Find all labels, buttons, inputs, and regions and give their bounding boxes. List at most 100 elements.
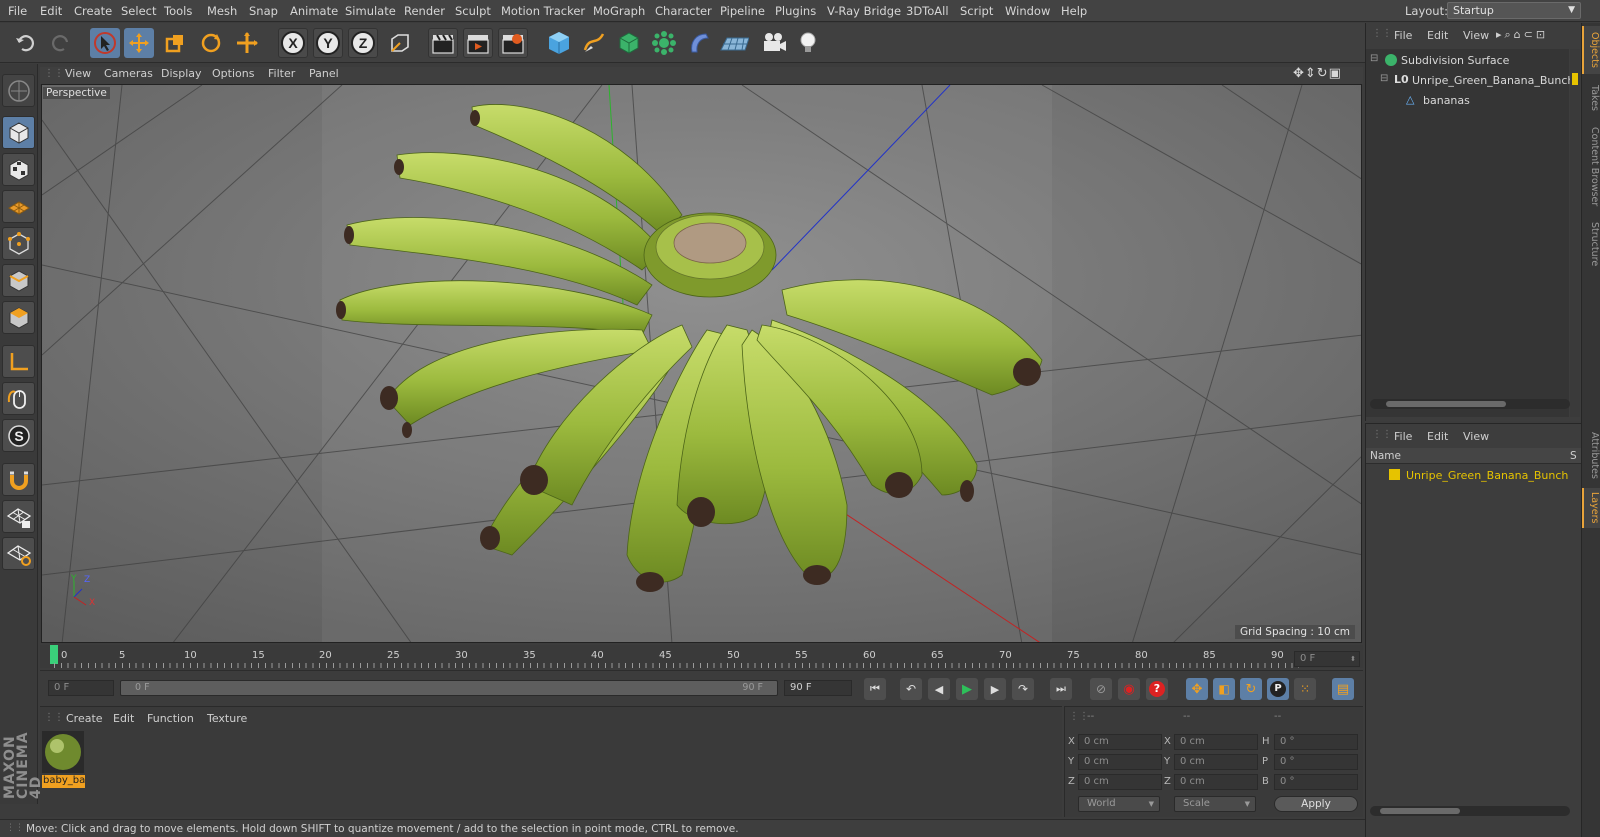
tab-layers[interactable]: Layers: [1582, 488, 1600, 528]
key-rotation-button[interactable]: ↻: [1240, 678, 1262, 700]
pos-y-field[interactable]: 0 cm: [1078, 754, 1162, 770]
make-editable-button[interactable]: [2, 74, 35, 107]
tree-item-bananas[interactable]: △ bananas: [1366, 91, 1569, 109]
size-y-field[interactable]: 0 cm: [1174, 754, 1258, 770]
next-key-button[interactable]: ↷: [1012, 678, 1034, 700]
texture-mode-button[interactable]: [2, 153, 35, 186]
size-x-field[interactable]: 0 cm: [1174, 734, 1258, 750]
go-to-start-button[interactable]: ⏮: [864, 678, 886, 700]
viewport-menu-filter[interactable]: Filter: [268, 67, 295, 80]
polygons-mode-button[interactable]: [2, 301, 35, 334]
model-mode-button[interactable]: [2, 116, 35, 149]
material-swatch[interactable]: baby_ba: [42, 731, 86, 791]
camera-button[interactable]: [759, 28, 789, 58]
menu-plugins[interactable]: Plugins: [775, 4, 816, 18]
snap-button[interactable]: S: [2, 419, 35, 452]
render-settings-button[interactable]: [498, 28, 528, 58]
menu-pipeline[interactable]: Pipeline: [720, 4, 765, 18]
key-scale-button[interactable]: ◧: [1213, 678, 1235, 700]
size-z-field[interactable]: 0 cm: [1174, 774, 1258, 790]
menu-vray-bridge[interactable]: V-Ray Bridge: [827, 4, 901, 18]
tab-takes[interactable]: Takes: [1582, 80, 1600, 116]
cloner-button[interactable]: [649, 28, 679, 58]
size-mode-dropdown[interactable]: Scale ▼: [1174, 796, 1256, 812]
lock-workplane-button[interactable]: [2, 500, 35, 533]
timeline-window-button[interactable]: ▤: [1332, 678, 1354, 700]
render-view-button[interactable]: [428, 28, 458, 58]
menu-tools[interactable]: Tools: [164, 4, 192, 18]
object-menu-view[interactable]: View: [1463, 29, 1489, 42]
layer-color-chip[interactable]: [1572, 73, 1578, 85]
autokeying-button[interactable]: ◉: [1118, 678, 1140, 700]
y-axis-lock-button[interactable]: Y: [313, 28, 343, 58]
pen-spline-button[interactable]: [579, 28, 609, 58]
magnet-button[interactable]: [2, 463, 35, 496]
tab-structure[interactable]: Structure: [1582, 218, 1600, 270]
tree-item-unripe-green-banana-bunch[interactable]: ⊟ L0 Unripe_Green_Banana_Bunch: [1366, 71, 1574, 89]
tweak-mode-button[interactable]: [2, 382, 35, 415]
object-toolbar-icons[interactable]: ▸⌕⌂⊂⊡: [1496, 28, 1548, 42]
material-menu-edit[interactable]: Edit: [113, 712, 134, 725]
key-position-button[interactable]: ✥: [1186, 678, 1208, 700]
menu-render[interactable]: Render: [404, 4, 445, 18]
layer-menu-edit[interactable]: Edit: [1427, 430, 1448, 443]
workplane-mode-button[interactable]: [2, 190, 35, 223]
transform-tool-button[interactable]: [232, 28, 262, 58]
viewport-nav-icons[interactable]: ✥⇕↻▣: [1293, 66, 1342, 81]
play-forward-button[interactable]: ▶: [956, 678, 978, 700]
material-menu-texture[interactable]: Texture: [207, 712, 247, 725]
move-tool-button[interactable]: [124, 28, 154, 58]
layer-color-swatch[interactable]: [1389, 469, 1400, 480]
timeline-ruler[interactable]: [40, 645, 1363, 668]
layer-row[interactable]: Unripe_Green_Banana_Bunch: [1366, 466, 1582, 484]
menu-script[interactable]: Script: [960, 4, 993, 18]
key-parameter-button[interactable]: P: [1267, 678, 1289, 700]
apply-button[interactable]: Apply: [1274, 796, 1358, 812]
menu-simulate[interactable]: Simulate: [345, 4, 396, 18]
tree-item-subdivision-surface[interactable]: ⊟ Subdivision Surface: [1366, 51, 1569, 69]
collapse-icon[interactable]: ⊟: [1370, 53, 1378, 64]
menu-character[interactable]: Character: [655, 4, 712, 18]
viewport-menu-cameras[interactable]: Cameras: [104, 67, 153, 80]
tab-content-browser[interactable]: Content Browser: [1582, 122, 1600, 212]
next-frame-button[interactable]: ▶: [984, 678, 1006, 700]
viewport-menu-options[interactable]: Options: [212, 67, 254, 80]
menu-motion-tracker[interactable]: Motion Tracker: [501, 4, 585, 18]
object-horizontal-scrollbar[interactable]: [1370, 399, 1570, 409]
floor-button[interactable]: [719, 28, 749, 58]
viewport-menu-panel[interactable]: Panel: [309, 67, 339, 80]
tab-attributes[interactable]: Attributes: [1582, 428, 1600, 482]
menu-help[interactable]: Help: [1061, 4, 1087, 18]
object-menu-file[interactable]: File: [1394, 29, 1412, 42]
material-menu-create[interactable]: Create: [66, 712, 103, 725]
menu-file[interactable]: File: [8, 4, 27, 18]
layer-horizontal-scrollbar[interactable]: [1370, 806, 1570, 816]
points-mode-button[interactable]: [2, 227, 35, 260]
subdivision-surface-button[interactable]: [614, 28, 644, 58]
go-to-end-button[interactable]: ⏭: [1050, 678, 1072, 700]
keyframe-selection-button[interactable]: ?: [1146, 678, 1168, 700]
frame-range-slider[interactable]: 0 F 90 F: [120, 680, 778, 696]
scrollbar-thumb[interactable]: [1380, 808, 1460, 814]
current-frame-field[interactable]: 0 F ⬍: [1294, 651, 1360, 667]
layer-menu-file[interactable]: File: [1394, 430, 1412, 443]
cube-primitive-button[interactable]: [544, 28, 574, 58]
edges-mode-button[interactable]: [2, 264, 35, 297]
layout-dropdown[interactable]: Startup ▼: [1447, 2, 1581, 19]
tab-objects[interactable]: Objects: [1582, 26, 1600, 74]
previous-frame-button[interactable]: ◀: [928, 678, 950, 700]
viewport-menu-display[interactable]: Display: [161, 67, 202, 80]
x-axis-lock-button[interactable]: X: [278, 28, 308, 58]
menu-select[interactable]: Select: [121, 4, 156, 18]
menu-create[interactable]: Create: [74, 4, 112, 18]
live-selection-button[interactable]: [90, 28, 120, 58]
menu-mesh[interactable]: Mesh: [207, 4, 237, 18]
menu-3dtoall[interactable]: 3DToAll: [906, 4, 949, 18]
rotate-tool-button[interactable]: [196, 28, 226, 58]
material-menu-function[interactable]: Function: [147, 712, 194, 725]
scale-tool-button[interactable]: [160, 28, 190, 58]
coordinate-system-button[interactable]: [385, 28, 415, 58]
layer-menu-view[interactable]: View: [1463, 430, 1489, 443]
start-frame-field[interactable]: 0 F: [48, 680, 114, 696]
menu-mograph[interactable]: MoGraph: [593, 4, 645, 18]
